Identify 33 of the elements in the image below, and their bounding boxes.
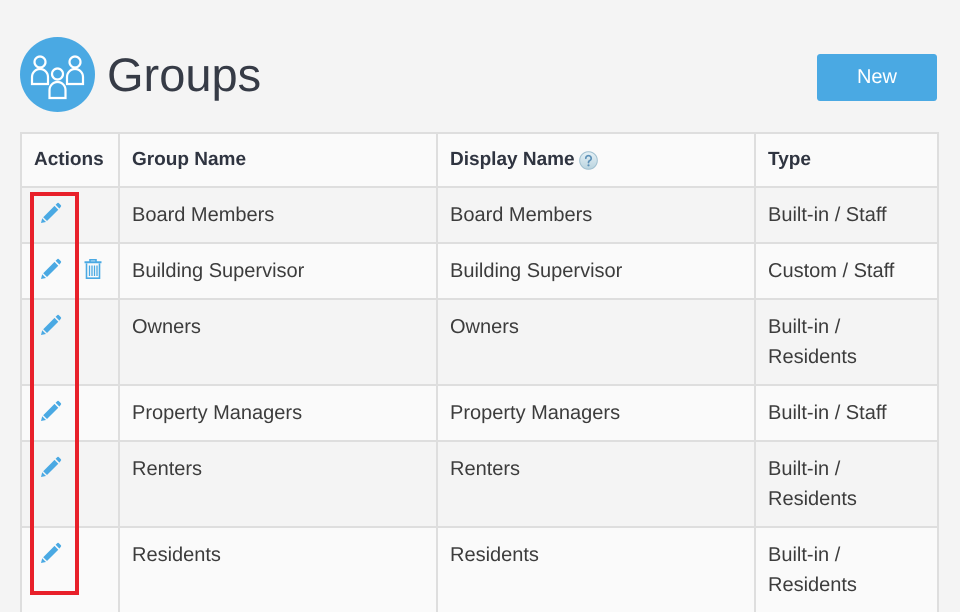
group-name-text: Owners [132,316,201,338]
column-header: Actions [21,133,119,187]
display-name-text: Building Supervisor [450,260,622,282]
display-name-text: Renters [450,458,520,480]
delete-trash-icon[interactable] [82,258,104,280]
page-title: Groups [107,46,262,102]
edit-pencil-icon[interactable] [40,542,62,564]
group-name-text: Property Managers [132,402,302,424]
type-text: Built-in / Residents [768,316,857,368]
group-name-text: Renters [132,458,202,480]
edit-pencil-icon[interactable] [40,400,62,422]
edit-pencil-icon[interactable] [40,314,62,336]
type-text: Built-in / Staff [768,204,887,226]
help-icon[interactable] [578,150,598,170]
column-header-label: Display Name [450,148,575,172]
people-group-icon [20,37,95,112]
type-text: Built-in / Staff [768,402,887,424]
display-name-text: Property Managers [450,402,620,424]
type-text: Built-in / Residents [768,544,857,596]
edit-pencil-icon[interactable] [40,258,62,280]
column-header: Type [755,133,938,187]
edit-pencil-icon[interactable] [40,202,62,224]
group-name-text: Building Supervisor [132,260,304,282]
group-name-text: Board Members [132,204,274,226]
display-name-text: Residents [450,544,539,566]
display-name-text: Owners [450,316,519,338]
column-header: Group Name [119,133,437,187]
display-name-text: Board Members [450,204,592,226]
type-text: Custom / Staff [768,260,894,282]
new-button[interactable]: New [817,54,937,101]
type-text: Built-in / Residents [768,458,857,510]
group-name-text: Residents [132,544,221,566]
edit-pencil-icon[interactable] [40,456,62,478]
